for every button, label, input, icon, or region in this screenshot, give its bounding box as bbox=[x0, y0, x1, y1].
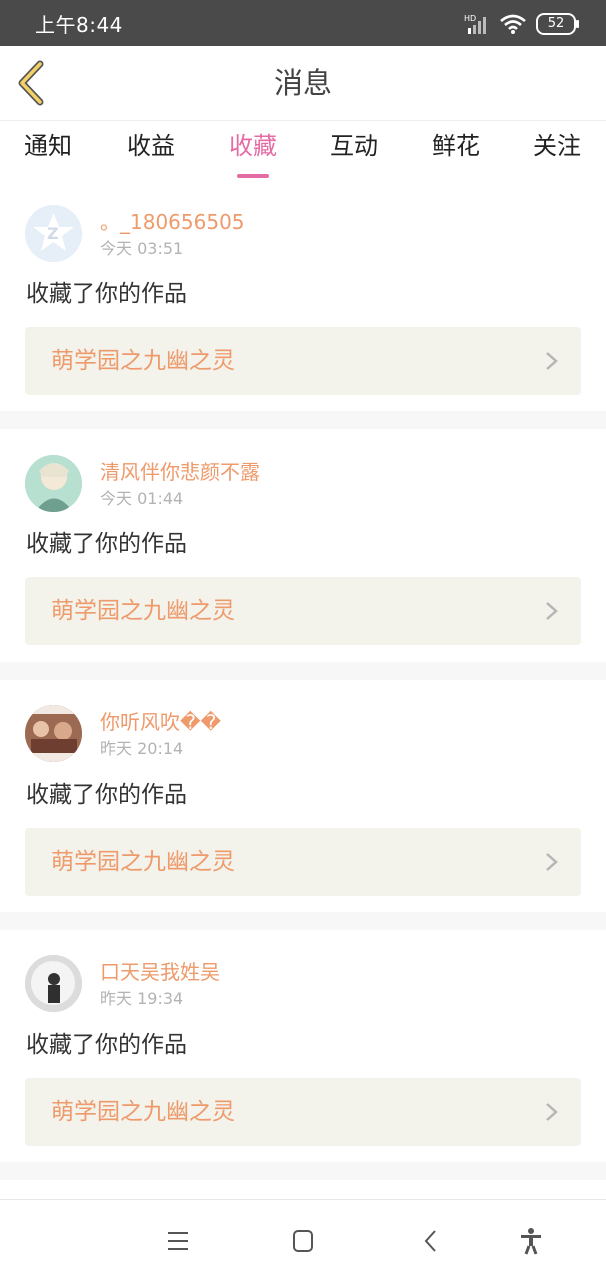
tab-label: 关注 bbox=[533, 132, 581, 160]
tab-interactions[interactable]: 互动 bbox=[314, 129, 394, 163]
work-title: 萌学园之九幽之灵 bbox=[51, 598, 235, 624]
work-title: 萌学园之九幽之灵 bbox=[51, 849, 235, 875]
tab-favorites[interactable]: 收藏 bbox=[213, 129, 293, 178]
chevron-right-icon bbox=[546, 853, 558, 871]
status-icons: HD 52 bbox=[464, 12, 579, 36]
tab-follows[interactable]: 关注 bbox=[517, 129, 597, 163]
home-icon[interactable] bbox=[288, 1226, 318, 1256]
divider bbox=[0, 411, 606, 429]
action-text: 收藏了你的作品 bbox=[26, 281, 187, 307]
back-icon[interactable] bbox=[416, 1226, 446, 1256]
feed-item: 口天吴我姓吴 昨天 19:34 收藏了你的作品 萌学园之九幽之灵 bbox=[0, 930, 606, 1162]
divider bbox=[0, 1162, 606, 1180]
username[interactable]: 清风伴你悲颜不露 bbox=[100, 460, 260, 484]
action-text: 收藏了你的作品 bbox=[26, 782, 187, 808]
divider bbox=[0, 662, 606, 680]
work-link[interactable]: 萌学园之九幽之灵 bbox=[25, 577, 581, 645]
active-tab-indicator bbox=[237, 174, 269, 178]
work-title: 萌学园之九幽之灵 bbox=[51, 1099, 235, 1125]
tab-label: 通知 bbox=[24, 132, 72, 160]
work-title: 萌学园之九幽之灵 bbox=[51, 348, 235, 374]
tab-label: 收益 bbox=[127, 132, 175, 160]
battery-icon: 52 bbox=[536, 13, 579, 35]
user-avatar-icon bbox=[25, 705, 82, 762]
tab-label: 鲜花 bbox=[432, 132, 480, 160]
username[interactable]: 你听风吹�� bbox=[100, 710, 221, 734]
timestamp: 昨天 19:34 bbox=[100, 989, 184, 1008]
tab-flowers[interactable]: 鲜花 bbox=[416, 129, 496, 163]
timestamp: 今天 01:44 bbox=[100, 489, 184, 508]
timestamp: 昨天 20:14 bbox=[100, 739, 184, 758]
page-title: 消息 bbox=[273, 66, 332, 100]
svg-text:Z: Z bbox=[47, 224, 59, 243]
username[interactable]: 。_180656505 bbox=[100, 210, 245, 234]
username[interactable]: 口天吴我姓吴 bbox=[100, 960, 220, 984]
feed-item: 清风伴你悲颜不露 今天 01:44 收藏了你的作品 萌学园之九幽之灵 bbox=[0, 429, 606, 662]
timestamp: 今天 03:51 bbox=[100, 239, 184, 258]
system-nav-bar bbox=[0, 1199, 606, 1281]
avatar[interactable] bbox=[25, 705, 82, 762]
action-text: 收藏了你的作品 bbox=[26, 531, 187, 557]
work-link[interactable]: 萌学园之九幽之灵 bbox=[25, 1078, 581, 1146]
accessibility-icon[interactable] bbox=[516, 1226, 546, 1256]
chevron-right-icon bbox=[546, 352, 558, 370]
svg-text:HD: HD bbox=[464, 14, 476, 23]
tab-bar: 通知 收益 收藏 互动 鲜花 关注 bbox=[0, 121, 606, 181]
tab-earnings[interactable]: 收益 bbox=[111, 129, 191, 163]
user-avatar-icon bbox=[25, 955, 82, 1012]
user-avatar-icon bbox=[25, 455, 82, 512]
status-bar: 上午8:44 HD 52 bbox=[0, 0, 606, 46]
avatar[interactable] bbox=[25, 955, 82, 1012]
chevron-right-icon bbox=[546, 1103, 558, 1121]
wifi-icon bbox=[500, 14, 526, 34]
header-bar: 消息 bbox=[0, 46, 606, 121]
avatar[interactable] bbox=[25, 455, 82, 512]
divider bbox=[0, 912, 606, 930]
status-time: 上午8:44 bbox=[35, 13, 123, 37]
feed-item: 你听风吹�� 昨天 20:14 收藏了你的作品 萌学园之九幽之灵 bbox=[0, 680, 606, 912]
tab-label: 收藏 bbox=[229, 132, 277, 160]
avatar[interactable]: Z bbox=[25, 205, 82, 262]
feed-item: Z 。_180656505 今天 03:51 收藏了你的作品 萌学园之九幽之灵 bbox=[0, 181, 606, 411]
tab-notifications[interactable]: 通知 bbox=[8, 129, 88, 163]
tab-label: 互动 bbox=[330, 132, 378, 160]
hd-signal-icon: HD bbox=[464, 14, 486, 34]
work-link[interactable]: 萌学园之九幽之灵 bbox=[25, 327, 581, 395]
default-avatar-icon: Z bbox=[25, 205, 82, 262]
menu-icon[interactable] bbox=[163, 1226, 193, 1256]
chevron-right-icon bbox=[546, 602, 558, 620]
work-link[interactable]: 萌学园之九幽之灵 bbox=[25, 828, 581, 896]
action-text: 收藏了你的作品 bbox=[26, 1032, 187, 1058]
